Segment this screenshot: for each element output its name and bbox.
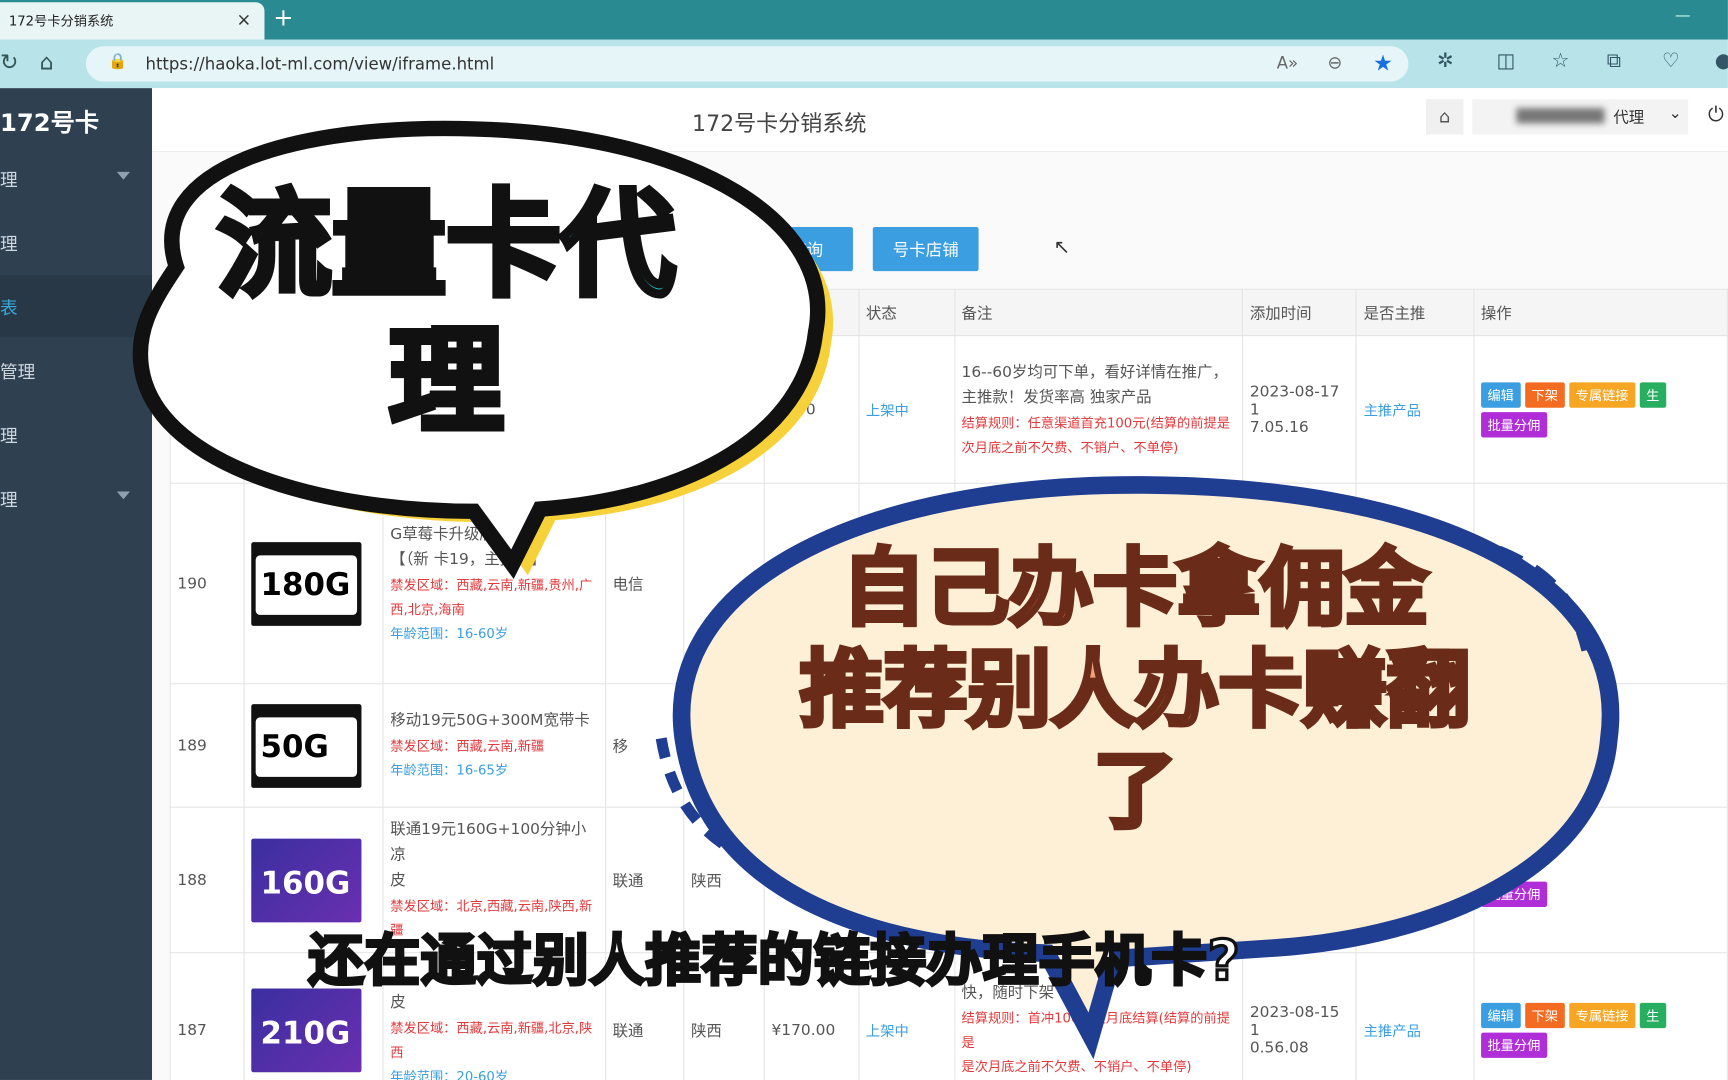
bubble-right-line: 推荐别人办卡赚翻 bbox=[798, 638, 1472, 740]
browser-tab-bar: 172号卡分销系统 × + — bbox=[0, 0, 1728, 40]
row-id: 188 bbox=[169, 806, 246, 954]
house-icon: ⌂ bbox=[1439, 105, 1451, 127]
shop-button[interactable]: 号卡店铺 bbox=[872, 227, 979, 272]
exclusive-link-button[interactable]: 专属链接 bbox=[1569, 381, 1636, 408]
product-name: 移动19元50G+300M宽带卡 bbox=[390, 711, 590, 730]
bubble-right-text: 自己办卡拿佣金 推荐别人办卡赚翻 了 bbox=[716, 537, 1554, 842]
col-remark: 备注 bbox=[953, 288, 1244, 337]
bubble-left-line: 流量卡代 bbox=[214, 175, 678, 315]
extensions-icon[interactable]: ✲ bbox=[1437, 50, 1454, 73]
batch-commission-button[interactable]: 批量分佣 bbox=[1480, 411, 1547, 437]
date-line: 2023-08-17 1 bbox=[1249, 382, 1340, 419]
product-name: 联通19元160G+100分钟小凉 bbox=[390, 820, 587, 864]
profile-icon[interactable]: ● bbox=[1715, 50, 1728, 73]
tab-title: 172号卡分销系统 bbox=[8, 13, 114, 29]
minimize-icon[interactable]: — bbox=[1675, 7, 1690, 25]
refresh-icon[interactable]: ↻ bbox=[0, 48, 18, 74]
sidebar-item-label: 理 bbox=[0, 233, 18, 255]
sidebar-item-label: 表 bbox=[0, 297, 18, 319]
video-caption: 还在通过别人推荐的链接办理手机卡? bbox=[307, 927, 1242, 994]
collections-icon[interactable]: ⧉ bbox=[1607, 50, 1621, 73]
health-icon[interactable]: ♡ bbox=[1662, 50, 1680, 73]
remark-line: 16--60岁均可下单，看好详情在推广， bbox=[961, 363, 1228, 381]
url-text: https://haoka.lot-ml.com/view/iframe.htm… bbox=[145, 53, 495, 74]
col-ops: 操作 bbox=[1473, 288, 1728, 337]
status-badge: 上架中 bbox=[865, 403, 909, 420]
bubble-right-line: 自己办卡拿佣金 bbox=[840, 537, 1431, 639]
product-image: 210G bbox=[251, 987, 362, 1072]
banned-area: 禁发区域：西藏,云南,新疆,北京,陕 bbox=[390, 1020, 593, 1036]
address-bar-row: ↻ ⌂ 🔒 https://haoka.lot-ml.com/view/ifra… bbox=[0, 39, 1728, 89]
generate-button[interactable]: 生 bbox=[1639, 381, 1667, 408]
product-image: 160G bbox=[251, 838, 362, 922]
sidebar-item-label: 理 bbox=[0, 425, 18, 447]
product-image-text: 210G bbox=[260, 1014, 351, 1051]
bubble-left-text: 流量卡代 理 bbox=[187, 175, 705, 452]
home-icon[interactable]: ⌂ bbox=[40, 48, 54, 74]
user-dropdown[interactable]: 代理 ⌄ bbox=[1472, 99, 1689, 135]
user-name-blurred bbox=[1516, 107, 1605, 124]
close-tab-icon[interactable]: × bbox=[236, 9, 251, 30]
col-main: 是否主推 bbox=[1355, 288, 1475, 337]
chevron-down-icon: ⌄ bbox=[1668, 104, 1682, 123]
delist-button[interactable]: 下架 bbox=[1524, 381, 1565, 408]
bubble-left-line: 理 bbox=[386, 311, 506, 451]
age-range: 年龄范围：16-65岁 bbox=[390, 762, 509, 779]
age-range: 年龄范围：20-60岁 bbox=[390, 1068, 509, 1080]
col-status: 状态 bbox=[858, 288, 955, 337]
sidebar-item-label: 管理 bbox=[0, 361, 36, 383]
age-range: 年龄范围：16-60岁 bbox=[390, 625, 509, 641]
banned-area: 禁发区域：西藏,云南,新疆 bbox=[390, 738, 545, 754]
lock-icon: 🔒 bbox=[107, 52, 128, 71]
split-screen-icon[interactable]: ◫ bbox=[1497, 50, 1516, 73]
user-role: 代理 bbox=[1613, 109, 1645, 127]
col-added: 添加时间 bbox=[1242, 288, 1357, 337]
logout-power-icon[interactable]: ⏻ bbox=[1699, 99, 1728, 134]
main-product-label: 主推产品 bbox=[1363, 403, 1421, 420]
product-name: 皮 bbox=[390, 871, 406, 890]
edit-button[interactable]: 编辑 bbox=[1480, 381, 1521, 408]
home-button[interactable]: ⌂ bbox=[1425, 99, 1464, 135]
address-input[interactable]: 🔒 https://haoka.lot-ml.com/view/iframe.h… bbox=[85, 46, 1409, 82]
favorites-icon[interactable]: ☆ bbox=[1552, 50, 1570, 73]
sidebar-item-label: 理 bbox=[0, 489, 18, 511]
zoom-icon[interactable]: ⊖ bbox=[1327, 52, 1342, 73]
read-aloud-icon[interactable]: A» bbox=[1277, 53, 1298, 73]
banned-area: 西,北京,海南 bbox=[390, 601, 465, 617]
bubble-right-line: 了 bbox=[1091, 739, 1179, 841]
product-image-text: 50G bbox=[260, 727, 329, 765]
product-image-text: 160G bbox=[260, 864, 351, 901]
rule-line: 结算规则：任意渠道首充100元(结算的前提是 bbox=[961, 414, 1230, 431]
remark-line: 主推款！发货率高 独家产品 bbox=[961, 388, 1152, 407]
sidebar-item-label: 理 bbox=[0, 169, 18, 191]
date-line: 7.05.16 bbox=[1249, 418, 1309, 436]
banned-area: 西 bbox=[390, 1044, 404, 1061]
browser-tab[interactable]: 172号卡分销系统 × bbox=[0, 2, 265, 40]
row-id: 187 bbox=[169, 952, 246, 1080]
row-id: 189 bbox=[169, 683, 246, 808]
banned-area: 禁发区域：北京,西藏,云南,陕西,新 bbox=[390, 898, 593, 914]
new-tab-button[interactable]: + bbox=[273, 4, 293, 32]
product-image: 50G bbox=[251, 703, 362, 788]
mouse-cursor-icon: ↖ bbox=[1053, 235, 1071, 259]
favorite-star-icon[interactable]: ★ bbox=[1373, 50, 1393, 76]
